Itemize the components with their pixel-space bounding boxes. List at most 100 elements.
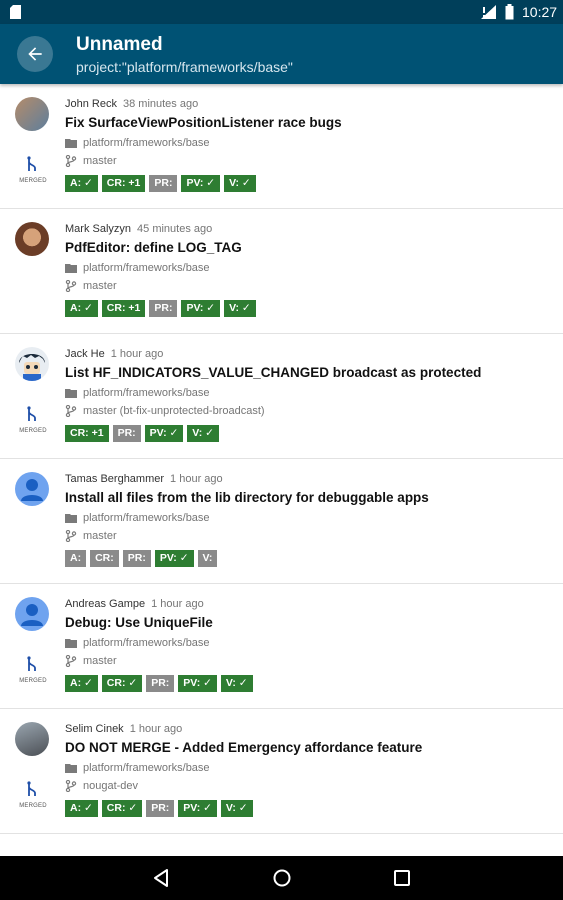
review-labels: A: ✓ CR: +1 PR: PV: ✓ V: ✓ — [65, 300, 260, 317]
updated-time: 45 minutes ago — [137, 223, 213, 235]
review-label-badge: CR: ✓ — [101, 800, 143, 817]
branch-icon — [65, 655, 77, 667]
change-row[interactable]: Tamas Berghammer 1 hour ago Install all fi… — [0, 459, 563, 584]
owner-name: Selim Cinek — [65, 723, 124, 735]
change-project: platform/frameworks/base — [65, 387, 210, 399]
change-owner: Tamas Berghammer 1 hour ago — [65, 473, 223, 485]
clock: 10:27 — [522, 4, 558, 20]
change-owner: Jack He 1 hour ago — [65, 348, 163, 360]
change-subject[interactable]: Fix SurfaceViewPositionListener race bug… — [65, 115, 342, 130]
review-label-badge: CR: +1 — [101, 175, 146, 192]
branch-name: master — [83, 655, 117, 667]
updated-time: 1 hour ago — [129, 723, 183, 735]
branch-icon — [65, 530, 77, 542]
change-subject[interactable]: DO NOT MERGE - Added Emergency affordanc… — [65, 740, 422, 755]
review-label-badge: PR: — [146, 800, 175, 817]
project-name: platform/frameworks/base — [83, 512, 210, 524]
folder-icon — [65, 764, 77, 773]
nav-back-icon[interactable] — [150, 867, 172, 889]
avatar — [15, 472, 49, 506]
back-button[interactable] — [17, 36, 53, 72]
review-labels: A: ✓ CR: ✓ PR: PV: ✓ V: ✓ — [65, 800, 257, 817]
review-labels: A: CR: PR: PV: ✓ V: — [65, 550, 221, 567]
branch-name: master (bt-fix-unprotected-broadcast) — [83, 405, 265, 417]
avatar — [15, 597, 49, 631]
merged-indicator: MERGED — [16, 656, 50, 684]
change-row[interactable]: MERGED John Reck 38 minutes ago Fix Surface… — [0, 84, 563, 209]
review-label-badge: PR: — [146, 675, 175, 692]
review-label-badge: PR: — [122, 550, 151, 567]
review-label-badge: PV: ✓ — [178, 800, 217, 817]
review-label-badge: CR: ✓ — [101, 675, 143, 692]
project-name: platform/frameworks/base — [83, 387, 210, 399]
review-label-badge: A: ✓ — [65, 300, 98, 317]
branch-name: master — [83, 280, 117, 292]
review-labels: CR: +1 PR: PV: ✓ V: ✓ — [65, 425, 223, 442]
merged-indicator: MERGED — [16, 156, 50, 184]
branch-icon — [65, 405, 77, 417]
folder-icon — [65, 514, 77, 523]
change-row[interactable]: Mark Salyzyn 45 minutes ago PdfEditor: def… — [0, 209, 563, 334]
change-branch: master — [65, 155, 117, 167]
change-subject[interactable]: Debug: Use UniqueFile — [65, 615, 213, 630]
arrow-back-icon — [28, 47, 42, 61]
updated-time: 38 minutes ago — [122, 98, 199, 110]
change-row[interactable]: MERGED Jack He 1 hour ago List HF_INDICATOR… — [0, 334, 563, 459]
avatar — [15, 97, 49, 131]
review-label-badge: PV: ✓ — [181, 300, 221, 317]
review-label-badge: CR: — [90, 550, 119, 567]
change-branch: master — [65, 280, 117, 292]
change-project: platform/frameworks/base — [65, 137, 210, 149]
change-list: MERGED John Reck 38 minutes ago Fix Surface… — [0, 84, 563, 856]
review-labels: A: ✓ CR: ✓ PR: PV: ✓ V: ✓ — [65, 675, 257, 692]
branch-name: master — [83, 155, 117, 167]
merged-indicator: MERGED — [16, 781, 50, 809]
branch-icon — [65, 155, 77, 167]
change-row[interactable]: MERGED Selim Cinek 1 hour ago DO NOT MERGE … — [0, 709, 563, 834]
updated-time: 1 hour ago — [110, 348, 164, 360]
project-name: platform/frameworks/base — [83, 137, 210, 149]
page-title: Unnamed — [76, 34, 163, 55]
review-label-badge: PR: — [149, 300, 178, 317]
owner-name: John Reck — [65, 98, 117, 110]
branch-icon — [65, 780, 77, 792]
avatar — [15, 222, 49, 256]
review-label-badge: A: — [65, 550, 87, 567]
merged-label: MERGED — [19, 678, 47, 684]
merge-icon — [27, 406, 36, 421]
change-subject[interactable]: List HF_INDICATORS_VALUE_CHANGED broadca… — [65, 365, 481, 380]
review-label-badge: PV: ✓ — [144, 425, 184, 442]
change-branch: master — [65, 655, 117, 667]
nav-home-icon[interactable] — [271, 867, 293, 889]
folder-icon — [65, 389, 77, 398]
review-label-badge: PV: ✓ — [181, 175, 221, 192]
app-bar: Unnamed project:"platform/frameworks/bas… — [0, 24, 563, 84]
avatar — [15, 722, 49, 756]
review-label-badge: PV: ✓ — [178, 675, 217, 692]
review-label-badge: A: ✓ — [65, 175, 98, 192]
status-bar: 10:27 — [0, 0, 563, 24]
review-label-badge: CR: +1 — [101, 300, 146, 317]
updated-time: 1 hour ago — [170, 473, 223, 485]
nav-recents-icon[interactable] — [391, 867, 413, 889]
review-label-badge: V: ✓ — [224, 300, 256, 317]
change-owner: Andreas Gampe 1 hour ago — [65, 598, 204, 610]
review-label-badge: PR: — [112, 425, 141, 442]
merge-icon — [27, 156, 36, 171]
updated-time: 1 hour ago — [151, 598, 204, 610]
change-owner: John Reck 38 minutes ago — [65, 98, 198, 110]
merged-indicator: MERGED — [16, 406, 50, 434]
change-project: platform/frameworks/base — [65, 262, 210, 274]
change-row[interactable]: MERGED Andreas Gampe 1 hour ago Debug: Use … — [0, 584, 563, 709]
merged-label: MERGED — [19, 428, 47, 434]
change-subject[interactable]: Install all files from the lib directory… — [65, 490, 429, 505]
review-label-badge: A: ✓ — [65, 675, 98, 692]
merge-icon — [27, 781, 36, 796]
merged-label: MERGED — [19, 178, 47, 184]
change-owner: Mark Salyzyn 45 minutes ago — [65, 223, 212, 235]
branch-icon — [65, 280, 77, 292]
change-branch: nougat-dev — [65, 780, 138, 792]
review-label-badge: V: ✓ — [220, 675, 253, 692]
change-subject[interactable]: PdfEditor: define LOG_TAG — [65, 240, 242, 255]
folder-icon — [65, 264, 77, 273]
